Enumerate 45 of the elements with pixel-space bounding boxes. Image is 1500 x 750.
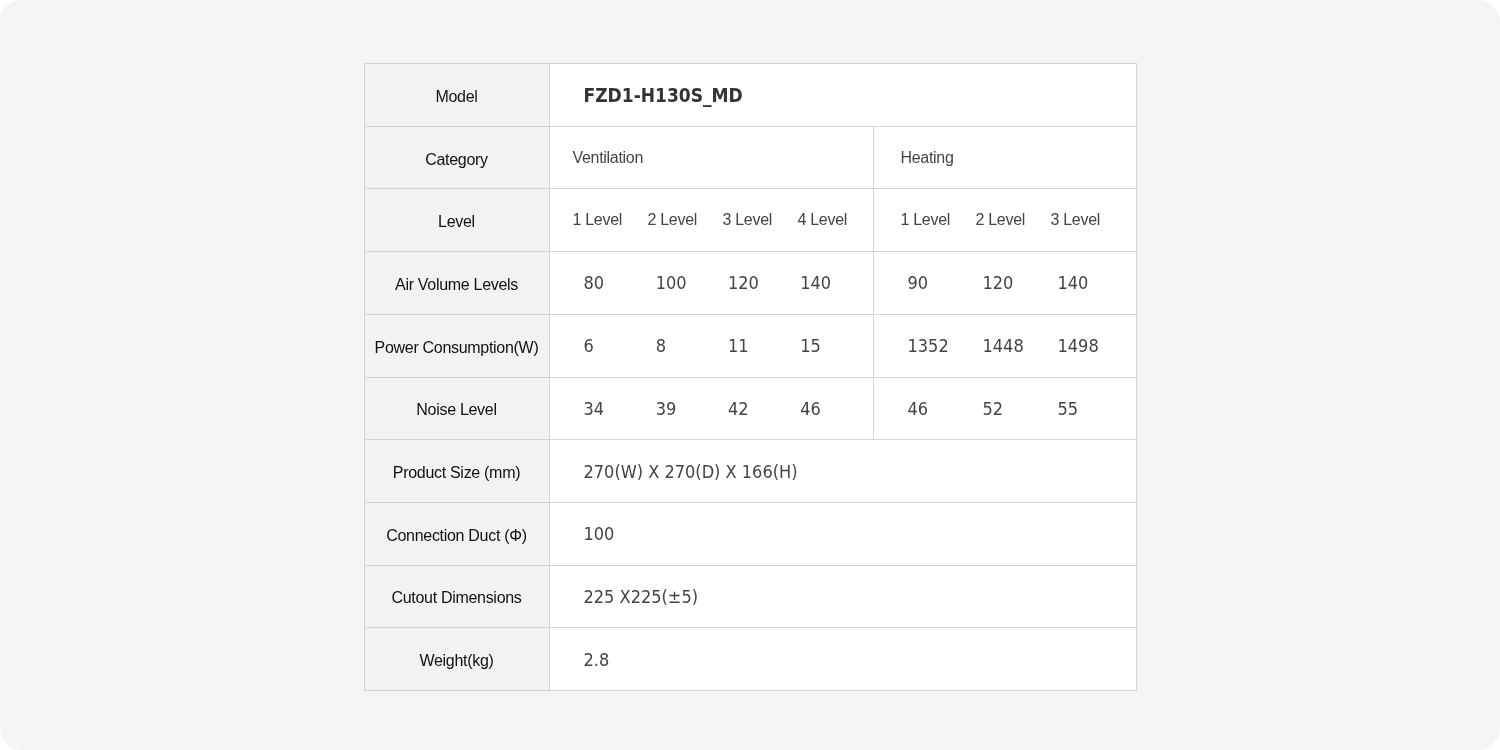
table-cell-text: 2 Level <box>975 211 1026 230</box>
table-cell-text: 8 <box>655 335 668 357</box>
row-label: Power Consumption(W) <box>364 314 550 378</box>
table-cell-text: 1 Level <box>900 211 951 230</box>
table-cell-text: 140 <box>1057 272 1090 294</box>
table-cell-text: 46 <box>800 397 822 419</box>
table-cell-text: 3 Level <box>722 211 773 230</box>
row-label: Cutout Dimensions <box>364 565 550 629</box>
table-cell-text: 3 Level <box>1050 211 1101 230</box>
table-cell-text: 1352 <box>907 335 950 357</box>
row-label: Weight(kg) <box>364 628 550 691</box>
table-cell: 270(W) X 270(D) X 166(H) <box>583 460 798 482</box>
row-label: Level <box>364 189 550 253</box>
table-cell-text: 34 <box>583 397 606 419</box>
row-label: Noise Level <box>364 377 550 441</box>
table-cell: Ventilation <box>572 148 644 167</box>
table-cell-text: 42 <box>728 397 750 419</box>
table-cell-text: 1498 <box>1057 335 1100 357</box>
table-cell-text: 80 <box>583 272 606 294</box>
table-cell: 2.8 <box>583 648 610 670</box>
table-cell: Heating <box>900 148 954 167</box>
table-cell-text: 100 <box>655 272 688 294</box>
table-cell-text: 6 <box>583 335 595 357</box>
table-cell-text: 52 <box>982 397 1005 419</box>
table-cell-text: 1448 <box>982 335 1025 357</box>
row-label: Model <box>364 64 550 127</box>
table-cell-text: 140 <box>800 272 833 294</box>
table-cell: 225 X225(±5) <box>583 585 699 607</box>
table-cell-text: 90 <box>907 272 930 294</box>
table-cell-text: 11 <box>728 335 750 357</box>
table-cell-text: 120 <box>982 272 1015 294</box>
table-cell-text: 46 <box>907 397 930 419</box>
row-label: Category <box>364 126 550 190</box>
table-cell-text: 120 <box>728 272 760 294</box>
table-cell-text: 2 Level <box>647 211 698 230</box>
table-cell: 100 <box>583 523 615 545</box>
table-cell-text: 4 Level <box>797 211 848 230</box>
table-cell-text: 39 <box>655 397 678 419</box>
row-label: Air Volume Levels <box>364 252 550 315</box>
table-cell: FZD1-H130S_MD <box>583 83 743 106</box>
row-label: Product Size (mm) <box>364 440 550 503</box>
table-cell-text: 1 Level <box>572 211 623 230</box>
row-label: Connection Duct (Φ) <box>364 502 550 566</box>
table-cell-text: 15 <box>800 335 822 357</box>
table-cell-text: 55 <box>1057 397 1080 419</box>
